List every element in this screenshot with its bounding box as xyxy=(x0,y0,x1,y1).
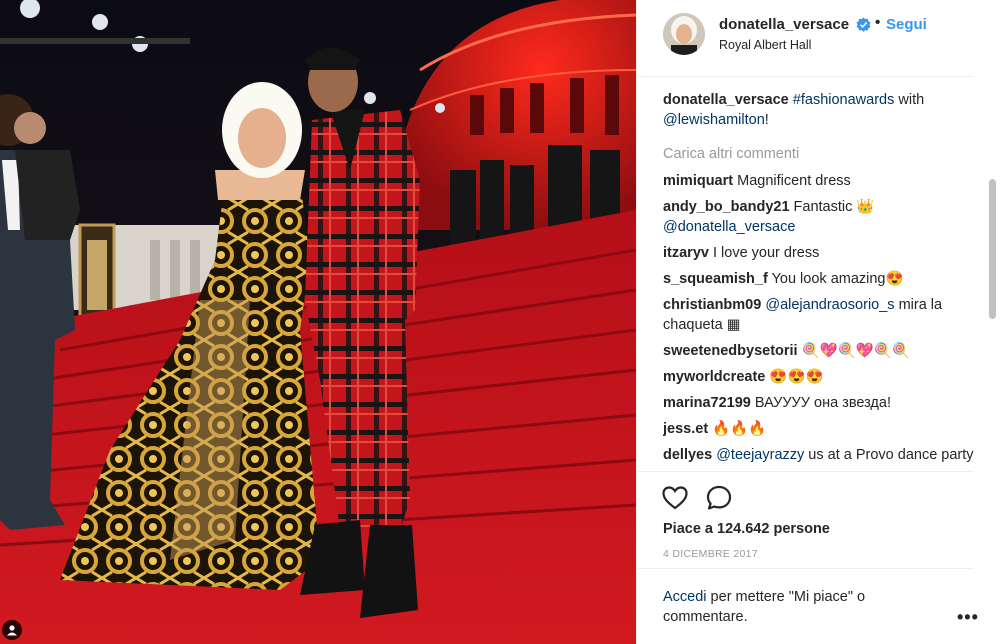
login-link[interactable]: Accedi xyxy=(663,589,707,605)
comment-item: marina72199 ВАУУУУ она звезда! xyxy=(663,393,983,413)
comment-mention[interactable]: @teejayrazzy xyxy=(716,447,804,463)
load-more-comments-link[interactable]: Carica altri commenti xyxy=(663,144,983,164)
post-header: donatella_versace • Segui Royal Albert H… xyxy=(637,0,974,77)
photo-illustration xyxy=(0,0,636,644)
comment-item: dellyes @teejayrazzy us at a Provo dance… xyxy=(663,445,983,465)
separator-dot: • xyxy=(875,14,881,31)
comment-mention[interactable]: @donatella_versace xyxy=(663,219,795,235)
post-date[interactable]: 4 DICEMBRE 2017 xyxy=(663,548,758,560)
more-options-icon[interactable]: ••• xyxy=(957,607,979,628)
comment-mention[interactable]: @alejandraosorio_s xyxy=(765,297,894,313)
comment-item: myworldcreate 😍😍😍 xyxy=(663,367,983,387)
comment-username[interactable]: marina72199 xyxy=(663,395,751,411)
location-link[interactable]: Royal Albert Hall xyxy=(719,38,811,52)
caption-username[interactable]: donatella_versace xyxy=(663,92,789,108)
comment-item: sweetenedbysetorii 🍭💖🍭💖🍭🍭 xyxy=(663,341,983,361)
post-photo[interactable] xyxy=(0,0,636,644)
comment-item: s_squeamish_f You look amazing😍 xyxy=(663,269,983,289)
heart-icon[interactable] xyxy=(661,484,689,512)
comment-item: mimiquart Magnificent dress xyxy=(663,171,983,191)
comment-text: Fantastic 👑 xyxy=(793,199,875,215)
comment-text: Magnificent dress xyxy=(737,173,851,189)
comment-text-end: us at a Provo dance party xyxy=(804,447,974,463)
header-username[interactable]: donatella_versace xyxy=(719,16,849,33)
post-actions: Piace a 124.642 persone 4 DICEMBRE 2017 xyxy=(637,471,974,560)
comment-username[interactable]: jess.et xyxy=(663,421,708,437)
comment-text: ВАУУУУ она звезда! xyxy=(754,395,891,411)
comment-username[interactable]: dellyes xyxy=(663,447,712,463)
comment-username[interactable]: sweetenedbysetorii xyxy=(663,343,798,359)
caption-hashtag[interactable]: #fashionawards xyxy=(793,92,895,108)
comment-username[interactable]: christianbm09 xyxy=(663,297,761,313)
likes-count[interactable]: Piace a 124.642 persone xyxy=(663,521,830,537)
post-side-panel: donatella_versace • Segui Royal Albert H… xyxy=(636,0,1000,644)
caption-text: with xyxy=(894,92,925,108)
comments-list: donatella_versace #fashionawards with @l… xyxy=(663,90,983,470)
post-caption: donatella_versace #fashionawards with @l… xyxy=(663,90,983,130)
avatar[interactable] xyxy=(663,13,705,55)
comment-username[interactable]: andy_bo_bandy21 xyxy=(663,199,790,215)
page-scrollbar[interactable] xyxy=(988,0,1000,644)
comment-username[interactable]: itzaryv xyxy=(663,245,709,261)
comment-username[interactable]: mimiquart xyxy=(663,173,733,189)
caption-mention[interactable]: @lewishamilton xyxy=(663,112,765,128)
comment-text: 🍭💖🍭💖🍭🍭 xyxy=(801,343,910,359)
comment-username[interactable]: myworldcreate xyxy=(663,369,765,385)
comment-username[interactable]: s_squeamish_f xyxy=(663,271,768,287)
comment-text: I love your dress xyxy=(712,245,820,261)
comment-item: jess.et 🔥🔥🔥 xyxy=(663,419,983,439)
caption-end: ! xyxy=(764,112,769,128)
comment-text: You look amazing😍 xyxy=(771,271,904,287)
comment-icon[interactable] xyxy=(705,484,733,512)
follow-button[interactable]: Segui xyxy=(886,16,927,33)
comment-item: andy_bo_bandy21 Fantastic 👑 @donatella_ve… xyxy=(663,197,983,237)
comment-text: 🔥🔥🔥 xyxy=(712,421,767,437)
user-tag-icon[interactable] xyxy=(2,620,22,640)
login-prompt: Accedi per mettere "Mi piace" o commenta… xyxy=(637,568,978,627)
comment-item: itzaryv I love your dress xyxy=(663,243,983,263)
verified-badge-icon xyxy=(856,17,871,32)
comment-text: 😍😍😍 xyxy=(769,369,824,385)
comment-item: christianbm09 @alejandraosorio_s mira la… xyxy=(663,295,983,335)
